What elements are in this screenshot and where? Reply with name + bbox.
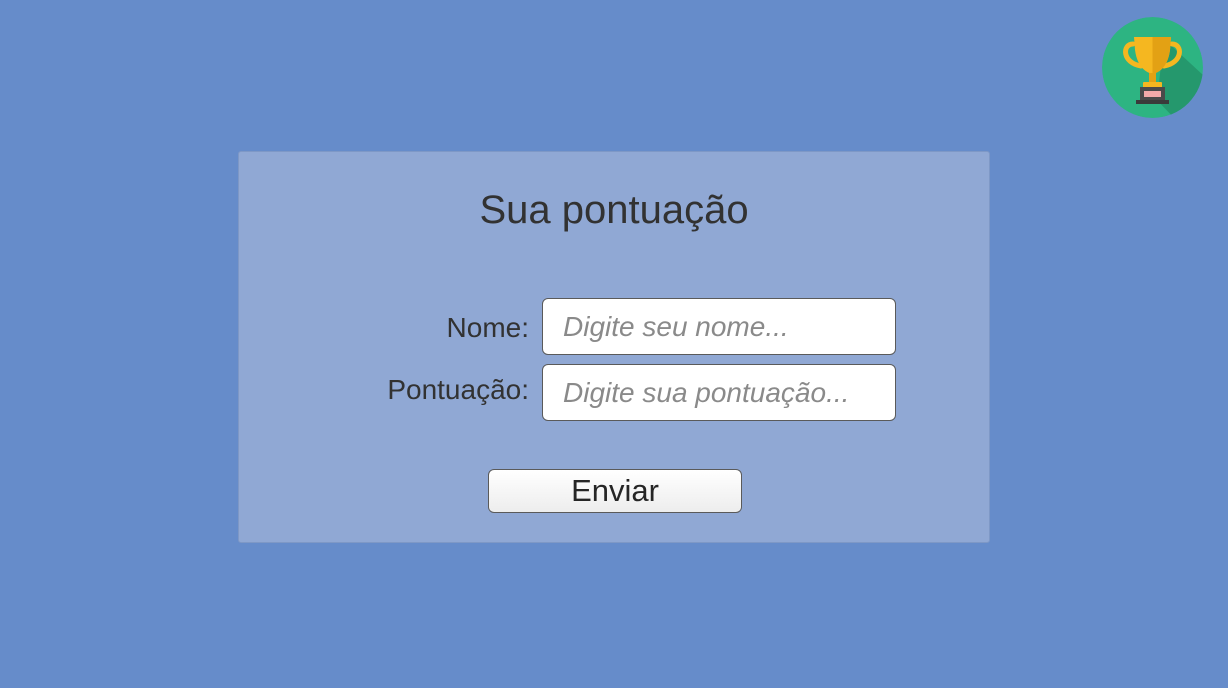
name-input[interactable] xyxy=(542,298,896,355)
form-title: Sua pontuação xyxy=(479,188,749,232)
trophy-icon xyxy=(1102,17,1203,118)
score-label: Pontuação: xyxy=(387,374,529,405)
score-input[interactable] xyxy=(542,364,896,421)
trophy-button[interactable] xyxy=(1102,17,1203,118)
score-form-panel: Sua pontuação Nome: Pontuação: Enviar xyxy=(238,151,990,543)
name-label: Nome: xyxy=(446,312,529,343)
submit-button[interactable]: Enviar xyxy=(488,469,742,513)
